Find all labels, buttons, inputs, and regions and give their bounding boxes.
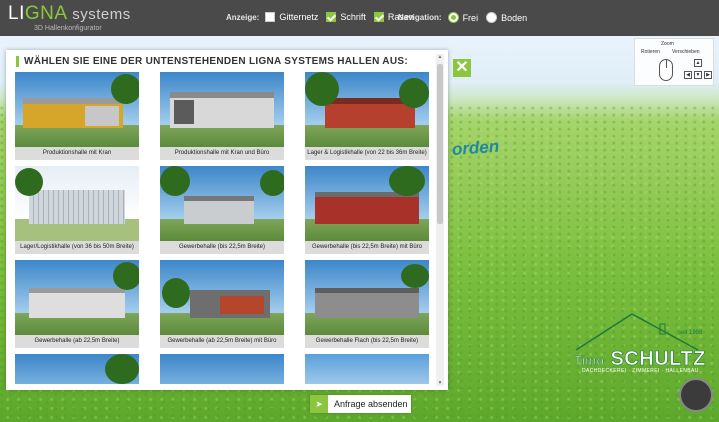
close-panel-button[interactable]: ✕: [453, 59, 471, 77]
hall-tile-10[interactable]: [15, 354, 139, 384]
hall-image: [15, 72, 139, 147]
hall-image: [15, 260, 139, 335]
zoom-label: Zoom: [661, 41, 674, 47]
panel-scrollbar[interactable]: ▲ ▼: [436, 54, 444, 386]
hall-image: [160, 260, 284, 335]
hall-tile-9[interactable]: Gewerbehalle Flach (bis 22,5m Breite): [305, 260, 429, 348]
ligna-logo: LIGNA systems 3D Hallenkonfigurator: [8, 3, 131, 33]
hall-image: [305, 354, 429, 384]
hall-tile-5[interactable]: Gewerbehalle (bis 22,5m Breite): [160, 166, 284, 254]
hall-tile-8[interactable]: Gewerbehalle (ab 22,5m Breite) mit Büro: [160, 260, 284, 348]
hall-image: [160, 72, 284, 147]
move-label: Verschieben: [672, 49, 700, 55]
hall-image: [305, 72, 429, 147]
option-boden[interactable]: Boden: [486, 12, 527, 23]
hall-tile-3[interactable]: Lager & Logistikhalle (von 22 bis 36m Br…: [305, 72, 429, 160]
checkbox-rasen[interactable]: [373, 12, 384, 22]
scroll-thumb[interactable]: [437, 64, 443, 224]
panel-title: WÄHLEN SIE EINE DER UNTENSTEHENDEN LIGNA…: [16, 56, 408, 67]
navigation-options: Navigation: Frei Boden: [398, 12, 528, 23]
mouse-icon: [659, 59, 673, 81]
navigation-help: Zoom Rotieren Verschieben ▲ ◀ ▼ ▶: [634, 38, 714, 86]
arrow-keys-icon: ▲ ◀ ▼ ▶: [684, 59, 712, 83]
option-schrift[interactable]: Schrift: [326, 12, 366, 22]
hall-image: [305, 166, 429, 241]
hall-image: [15, 166, 139, 241]
top-bar: LIGNA systems 3D Hallenkonfigurator Anze…: [0, 0, 719, 36]
submit-request-button[interactable]: ➤ Anfrage absenden: [310, 395, 411, 413]
rotate-label: Rotieren: [641, 49, 660, 55]
hall-image: [160, 166, 284, 241]
seal-icon: [679, 378, 713, 412]
option-gitternetz[interactable]: Gitternetz: [265, 12, 318, 22]
schultz-logo: seit 1998 Timo SCHULTZ DACHDECKEREI · ZI…: [572, 310, 712, 380]
hall-tile-11[interactable]: [160, 354, 284, 384]
hall-image: [15, 354, 139, 384]
hall-image: [160, 354, 284, 384]
option-frei[interactable]: Frei: [447, 12, 478, 23]
display-options: Anzeige: Gitternetz Schrift Rasen: [226, 12, 414, 22]
scroll-up-icon[interactable]: ▲: [436, 54, 444, 60]
close-icon: ✕: [455, 59, 469, 76]
hall-tile-1[interactable]: Produktionshalle mit Kran: [15, 72, 139, 160]
hall-selection-panel: WÄHLEN SIE EINE DER UNTENSTEHENDEN LIGNA…: [6, 50, 448, 390]
hall-image: [305, 260, 429, 335]
radio-boden[interactable]: [486, 12, 498, 23]
hall-tile-12[interactable]: [305, 354, 429, 384]
scroll-down-icon[interactable]: ▼: [436, 380, 444, 386]
hall-tile-2[interactable]: Produktionshalle mit Kran und Büro: [160, 72, 284, 160]
logo-subtitle: 3D Hallenkonfigurator: [34, 25, 102, 32]
checkbox-gitternetz[interactable]: [265, 12, 276, 22]
hall-tile-6[interactable]: Gewerbehalle (bis 22,5m Breite) mit Büro: [305, 166, 429, 254]
radio-frei[interactable]: [447, 12, 459, 23]
paper-plane-icon: ➤: [310, 395, 328, 413]
hall-tile-4[interactable]: Lager/Logistikhalle (von 36 bis 50m Brei…: [15, 166, 139, 254]
checkbox-schrift[interactable]: [326, 12, 337, 22]
hall-tile-7[interactable]: Gewerbehalle (ab 22,5m Breite): [15, 260, 139, 348]
scene-label: orden: [451, 136, 500, 159]
